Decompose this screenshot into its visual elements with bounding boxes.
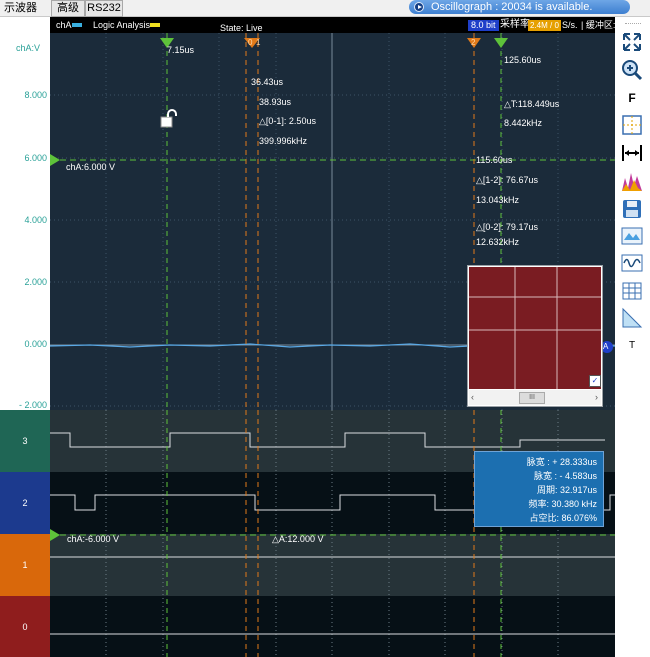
trigger-time: 7.15us — [167, 45, 195, 55]
menu-advanced[interactable]: 高级 — [51, 0, 85, 17]
menu-rs232[interactable]: RS232 — [85, 0, 123, 17]
y-axis-title: chA:V — [16, 43, 41, 53]
bit-badge: 8.0 bit — [468, 20, 499, 31]
measure-width-icon[interactable] — [619, 141, 645, 165]
delta-12: △[1-2]: 76.67us — [476, 175, 538, 185]
logic-cha-label: chA:-6.000 V — [67, 534, 120, 544]
unlock-icon[interactable] — [160, 109, 180, 129]
scroll-thumb[interactable]: III — [519, 392, 545, 404]
ruler-icon[interactable] — [619, 306, 645, 330]
channel-color-swatch — [72, 23, 82, 27]
duty-cycle-value: 占空比: 86.076% — [529, 513, 597, 523]
cursor-1-label: 1 — [256, 38, 261, 47]
expand-icon[interactable] — [619, 30, 645, 54]
freq-01: 399.996kHz — [259, 136, 308, 146]
sample-rate-unit: S/s. — [562, 20, 578, 30]
display-icon[interactable] — [619, 224, 645, 248]
y-tick: 8.000 — [24, 90, 47, 100]
cursor0-time: 36.43us — [251, 77, 284, 87]
scroll-left-icon[interactable]: ‹ — [471, 392, 474, 402]
grid-icon[interactable] — [619, 113, 645, 137]
channel-label[interactable]: chA — [56, 17, 72, 33]
y-tick: - 2.000 — [18, 400, 47, 410]
save-icon[interactable] — [619, 197, 645, 221]
menu-bar: 示波器 高级 RS232 Oscillograph : 20034 is ava… — [0, 0, 650, 17]
text-icon[interactable]: T — [619, 333, 645, 357]
negative-width: 脉宽 : - 4.583us — [533, 471, 597, 481]
menu-app[interactable]: 示波器 — [4, 0, 37, 16]
font-icon[interactable]: F — [619, 86, 645, 110]
zoom-icon[interactable] — [619, 58, 645, 82]
scope-header: chA Logic Analysis State: Live 8.0 bit 采… — [50, 17, 615, 33]
logic-delta-a-label: △A:12.000 V — [272, 534, 324, 544]
wave-icon[interactable] — [619, 251, 645, 275]
channel-1-label[interactable]: 1 — [0, 534, 50, 596]
delta-t: △T:118.449us — [504, 99, 560, 109]
cursor-0-label: 0 — [248, 38, 253, 47]
delta-t-freq: 8.442kHz — [504, 118, 543, 128]
cursor1-time: 38.93us — [259, 97, 292, 107]
y-tick: 0.000 — [24, 339, 47, 349]
delta-01: △[0-1]: 2.50us — [259, 116, 316, 126]
spectrum-icon[interactable] — [619, 169, 645, 193]
overview-canvas: ✓ — [469, 267, 601, 389]
checkbox-icon[interactable]: ✓ — [589, 375, 601, 387]
delta-02: △[0-2]: 79.17us — [476, 222, 538, 232]
positive-width: 脉宽 : + 28.333us — [526, 457, 597, 467]
y-tick: 4.000 — [24, 215, 47, 225]
logic-waveforms — [50, 410, 615, 657]
sample-rate-label: 采样率 — [500, 19, 530, 30]
ground-marker[interactable]: A — [603, 342, 608, 351]
cursor2-time: 115.60us — [476, 155, 513, 165]
logic-color-swatch — [150, 23, 160, 27]
cursor-b-time: 125.60us — [504, 55, 542, 65]
state-label: State: Live — [220, 23, 263, 33]
level-label: chA:6.000 V — [66, 162, 116, 172]
pulse-measurement-panel: 脉宽 : + 28.333us 脉宽 : - 4.583us 周期: 32.91… — [474, 451, 604, 527]
cursor-2-label: 2 — [471, 38, 476, 47]
table-icon[interactable] — [619, 279, 645, 303]
channel-0-label[interactable]: 0 — [0, 596, 50, 657]
channel-2-label[interactable]: 2 — [0, 472, 50, 534]
logic-analysis-label[interactable]: Logic Analysis — [93, 17, 150, 33]
buffer-label: | 缓冲区: 2K 每通道 — [581, 20, 615, 30]
period-value: 周期: 32.917us — [536, 485, 597, 495]
scroll-right-icon[interactable]: › — [595, 392, 598, 402]
freq-12: 13.043kHz — [476, 195, 520, 205]
availability-notice[interactable]: Oscillograph : 20034 is available. — [409, 0, 630, 14]
notice-text: Oscillograph : 20034 is available. — [431, 1, 593, 13]
y-axis: chA:V 8.000 6.000 4.000 2.000 0.000 - 2.… — [0, 17, 50, 410]
freq-02: 12.632kHz — [476, 237, 520, 247]
frequency-value: 频率: 30.380 kHz — [528, 499, 597, 509]
y-tick: 6.000 — [24, 153, 47, 163]
overview-window[interactable]: ✓ ‹ III › — [467, 265, 603, 407]
channel-3-label[interactable]: 3 — [0, 410, 50, 472]
right-toolbar: F T — [615, 17, 650, 657]
y-tick: 2.000 — [24, 277, 47, 287]
sample-rate-value[interactable]: 2.4M / 0 — [528, 20, 561, 31]
overview-scrollbar[interactable]: ‹ III › — [469, 390, 601, 405]
play-icon — [414, 2, 424, 12]
toolbar-grip — [625, 23, 641, 24]
